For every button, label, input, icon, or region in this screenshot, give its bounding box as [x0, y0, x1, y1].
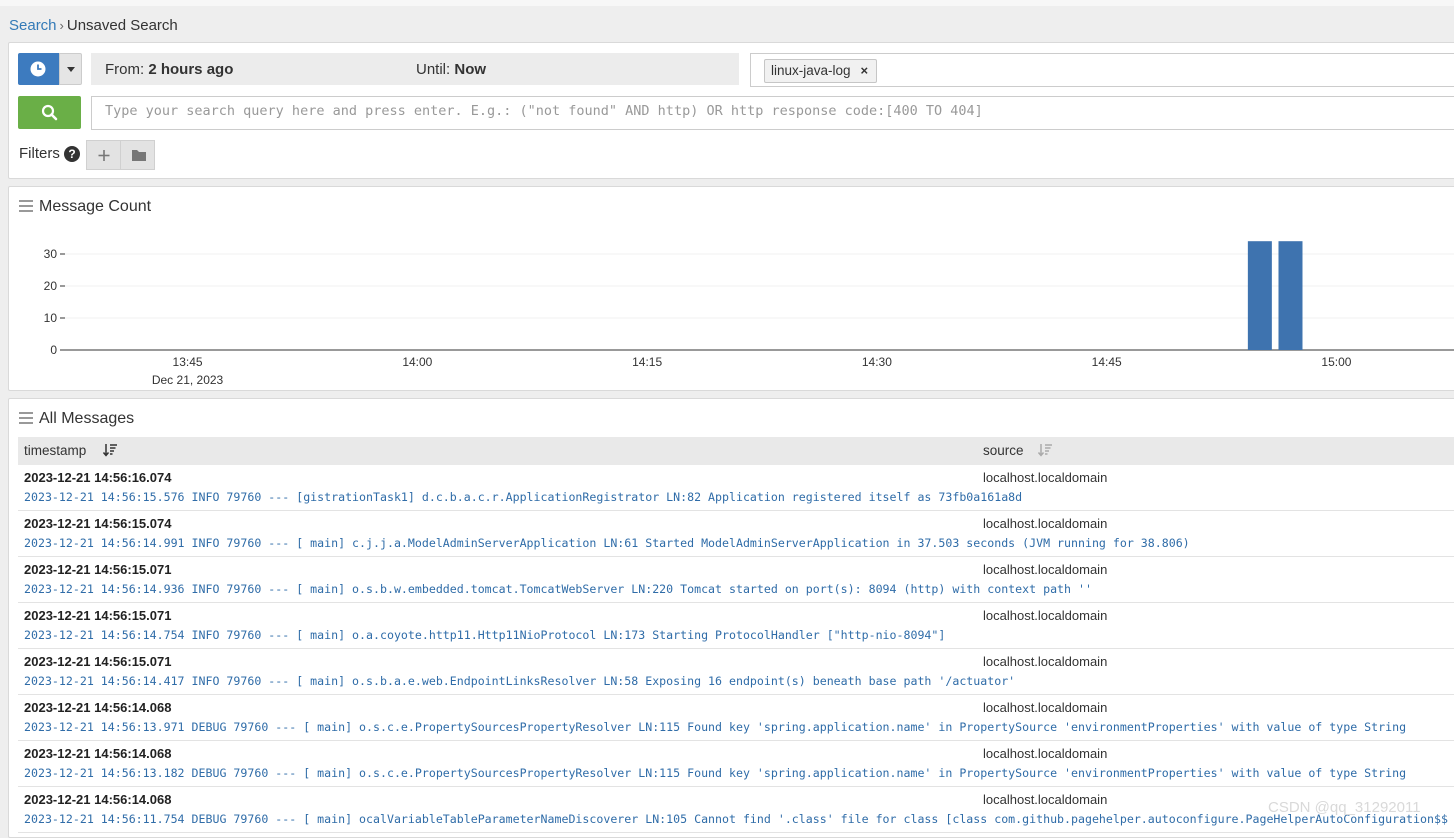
row-message: 2023-12-21 14:56:13.971 DEBUG 79760 --- …	[24, 720, 1407, 734]
y-tick-label: 30	[44, 247, 58, 261]
messages-table-header: timestamp source	[18, 437, 1454, 465]
watermark: CSDN @qq_31292011	[1268, 799, 1421, 816]
row-timestamp: 2023-12-21 14:56:15.071	[24, 654, 172, 669]
row-message: 2023-12-21 14:56:14.417 INFO 79760 --- […	[24, 674, 1016, 688]
clock-icon	[30, 61, 46, 77]
x-tick-label: 14:30	[862, 355, 892, 369]
x-date-label: Dec 21, 2023	[152, 373, 224, 387]
time-range-button[interactable]	[18, 53, 59, 85]
from-value: 2 hours ago	[148, 61, 234, 78]
table-row[interactable]: 2023-12-21 14:56:15.071 localhost.localdo…	[18, 603, 1454, 649]
y-tick-label: 10	[44, 311, 58, 325]
row-timestamp: 2023-12-21 14:56:14.068	[24, 746, 172, 761]
search-button[interactable]	[18, 96, 81, 129]
message-count-chart: 0 10 20 30 13:45 14:00 14:15 14:30 14:45 15:00 Dec…	[44, 241, 1454, 387]
time-range-display[interactable]: From: 2 hours ago Until: Now	[91, 53, 739, 85]
add-filter-button[interactable]	[86, 140, 121, 170]
bar	[1247, 241, 1272, 350]
row-message: 2023-12-21 14:56:14.754 INFO 79760 --- […	[24, 628, 946, 642]
x-tick-label: 14:45	[1092, 355, 1122, 369]
table-row[interactable]: 2023-12-21 14:56:14.068 localhost.localdo…	[18, 787, 1454, 833]
x-tick-label: 14:00	[402, 355, 432, 369]
remove-stream-button[interactable]: ×	[861, 63, 869, 78]
time-range-from: From: 2 hours ago	[105, 61, 233, 78]
row-message: 2023-12-21 14:56:13.182 DEBUG 79760 --- …	[24, 766, 1407, 780]
table-row[interactable]: 2023-12-21 14:56:16.074 localhost.localdo…	[18, 465, 1454, 511]
x-tick-label: 13:45	[173, 355, 203, 369]
table-row[interactable]: 2023-12-21 14:56:15.071 localhost.localdo…	[18, 557, 1454, 603]
row-source: localhost.localdomain	[983, 700, 1108, 715]
row-source: localhost.localdomain	[983, 746, 1108, 761]
folder-icon	[132, 150, 146, 161]
row-message: 2023-12-21 14:56:15.576 INFO 79760 --- […	[24, 490, 1023, 504]
stream-chip-label: linux-java-log	[771, 63, 851, 78]
stream-selector[interactable]: linux-java-log ×	[750, 53, 1454, 87]
row-timestamp: 2023-12-21 14:56:16.074	[24, 470, 172, 485]
search-query-input[interactable]: Type your search query here and press en…	[91, 96, 1454, 130]
y-tick-label: 20	[44, 279, 58, 293]
until-value: Now	[454, 61, 487, 78]
hamburger-icon[interactable]	[19, 412, 33, 424]
row-timestamp: 2023-12-21 14:56:15.071	[24, 608, 172, 623]
table-row[interactable]: 2023-12-21 14:56:14.068 localhost.localdo…	[18, 695, 1454, 741]
row-message: 2023-12-21 14:56:11.754 DEBUG 79760 --- …	[24, 812, 1448, 826]
row-message: 2023-12-21 14:56:14.936 INFO 79760 --- […	[24, 582, 1092, 596]
sort-icon[interactable]	[1038, 443, 1053, 457]
search-panel: From: 2 hours ago Until: Now linux-java-…	[8, 42, 1454, 179]
time-range-dropdown-button[interactable]	[59, 53, 82, 85]
source-column-header[interactable]: source	[983, 443, 1024, 458]
x-tick-label: 14:15	[632, 355, 662, 369]
row-source: localhost.localdomain	[983, 654, 1108, 669]
all-messages-panel: All Messages timestamp source 2023-12-21…	[8, 398, 1454, 838]
row-source: localhost.localdomain	[983, 608, 1108, 623]
row-source: localhost.localdomain	[983, 470, 1108, 485]
timestamp-column-header[interactable]: timestamp	[24, 443, 86, 458]
row-source: localhost.localdomain	[983, 792, 1108, 807]
filters-label: Filters	[19, 145, 60, 162]
top-strip	[0, 0, 1454, 6]
row-message: 2023-12-21 14:56:14.991 INFO 79760 --- […	[24, 536, 1190, 550]
plus-icon	[98, 150, 110, 161]
y-tick-label: 0	[50, 343, 57, 357]
row-timestamp: 2023-12-21 14:56:15.074	[24, 516, 172, 531]
bar	[1278, 241, 1303, 350]
row-timestamp: 2023-12-21 14:56:14.068	[24, 792, 172, 807]
table-row[interactable]: 2023-12-21 14:56:15.074 localhost.localdo…	[18, 511, 1454, 557]
from-label: From:	[105, 61, 145, 78]
x-tick-label: 15:00	[1321, 355, 1351, 369]
message-count-panel: Message Count 0 10 20 30 13:45 14:00 14:15 14:3…	[8, 186, 1454, 391]
row-timestamp: 2023-12-21 14:56:15.071	[24, 562, 172, 577]
caret-down-icon	[67, 67, 75, 72]
magnifier-icon	[41, 104, 58, 121]
saved-filters-button[interactable]	[120, 140, 155, 170]
time-range-until: Until: Now	[416, 61, 486, 78]
help-icon[interactable]: ?	[64, 146, 80, 162]
row-source: localhost.localdomain	[983, 516, 1108, 531]
until-label: Until:	[416, 61, 451, 78]
breadcrumb: Search › Unsaved Search	[9, 17, 178, 34]
stream-chip: linux-java-log ×	[764, 59, 878, 83]
breadcrumb-separator: ›	[59, 18, 64, 33]
all-messages-title: All Messages	[39, 410, 135, 427]
row-timestamp: 2023-12-21 14:56:14.068	[24, 700, 172, 715]
table-row[interactable]: 2023-12-21 14:56:14.068 localhost.localdo…	[18, 741, 1454, 787]
breadcrumb-current: Unsaved Search	[66, 17, 178, 34]
breadcrumb-search-link[interactable]: Search	[9, 17, 57, 34]
table-row[interactable]: 2023-12-21 14:56:15.071 localhost.localdo…	[18, 649, 1454, 695]
row-source: localhost.localdomain	[983, 562, 1108, 577]
sort-desc-icon[interactable]	[103, 443, 118, 457]
